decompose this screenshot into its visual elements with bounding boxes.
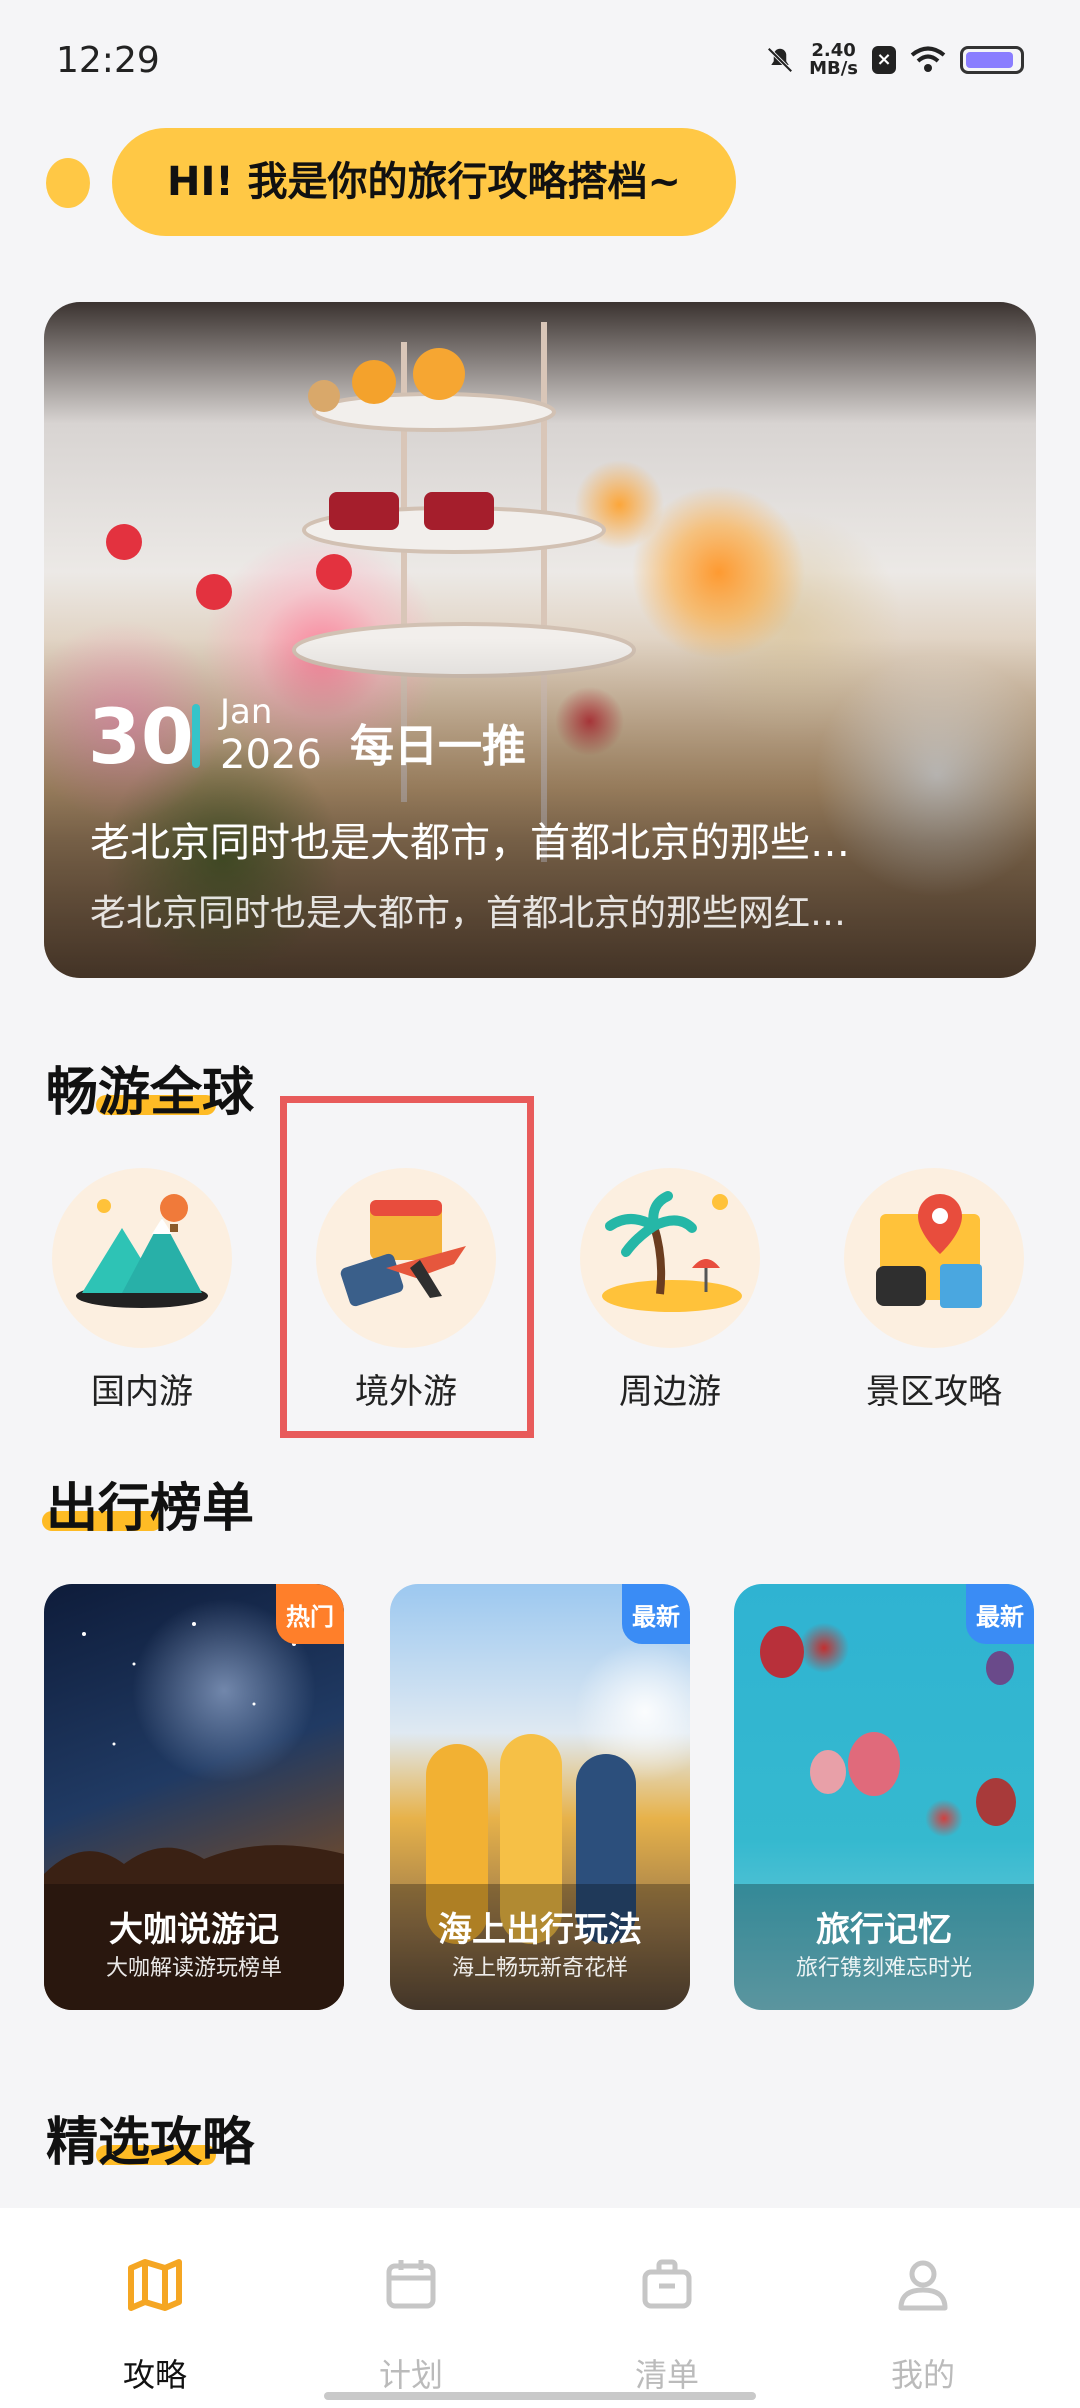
wifi-icon: [910, 46, 946, 72]
nav-tab-plan-label: 计划: [378, 2356, 443, 2394]
app-notification-icon: ×: [872, 46, 896, 74]
home-indicator[interactable]: [324, 2392, 756, 2400]
selection-highlight-box: [280, 1096, 534, 1438]
category-domestic[interactable]: 国内游: [42, 1168, 242, 1412]
hero-date-divider: [192, 704, 200, 768]
hero-subtitle: 老北京同时也是大都市，首都北京的那些网红…: [90, 893, 847, 934]
ranking-card-title: 海上出行玩法: [438, 1910, 642, 1950]
category-scenic-guide-label: 景区攻略: [866, 1372, 1002, 1412]
category-nearby-label: 周边游: [619, 1372, 721, 1412]
ranking-card-subtitle: 大咖解读游玩榜单: [105, 1956, 282, 1981]
bottom-navigation: 攻略 计划 清单 我的: [0, 2208, 1080, 2408]
daily-recommendation-card[interactable]: 30 Jan 2026 每日一推 老北京同时也是大都市，首都北京的那些… 老北京…: [44, 302, 1036, 978]
nav-tab-profile[interactable]: 我的: [788, 2208, 1058, 2408]
ranking-card-sea-travel[interactable]: 最新 海上出行玩法 海上畅玩新奇花样: [390, 1584, 690, 2010]
mountain-balloon-icon: [76, 1194, 208, 1308]
nav-tab-checklist-label: 清单: [634, 2356, 699, 2394]
net-speed: 2.40 MB/s: [809, 42, 858, 78]
hero-month: Jan: [220, 692, 273, 732]
hero-title: 老北京同时也是大都市，首都北京的那些…: [90, 820, 850, 866]
battery-icon: [960, 46, 1024, 74]
hero-tag: 每日一推: [350, 721, 526, 772]
section-title-global-text: 畅游全球: [46, 1063, 255, 1123]
hero-year: 2026: [220, 732, 322, 778]
new-badge: 最新: [622, 1584, 690, 1644]
ranking-card-title: 大咖说游记: [109, 1910, 279, 1950]
ranking-card-expert-travelogue[interactable]: 热门 大咖说游记 大咖解读游玩榜单: [44, 1584, 344, 2010]
category-nearby[interactable]: 周边游: [570, 1168, 770, 1412]
new-badge: 最新: [966, 1584, 1034, 1644]
status-icons: 2.40 MB/s ×: [765, 42, 1024, 78]
section-title-ranking: 出行榜单: [42, 1466, 255, 1541]
hot-badge: 热门: [276, 1584, 344, 1644]
nav-tab-guide-label: 攻略: [122, 2356, 187, 2394]
nav-tab-checklist[interactable]: 清单: [532, 2208, 802, 2408]
ranking-card-travel-memory[interactable]: 最新 旅行记忆 旅行镌刻难忘时光: [734, 1584, 1034, 2010]
hero-day: 30: [88, 692, 194, 781]
nav-tab-guide[interactable]: 攻略: [20, 2208, 290, 2408]
status-bar: 12:29 2.40 MB/s ×: [0, 0, 1080, 120]
section-title-featured-text: 精选攻略: [46, 2113, 255, 2173]
nav-tab-plan[interactable]: 计划: [276, 2208, 546, 2408]
section-title-ranking-text: 出行榜单: [46, 1479, 255, 1539]
mute-bell-icon: [767, 47, 793, 73]
briefcase-icon: [642, 2259, 692, 2309]
nav-tab-profile-label: 我的: [890, 2356, 955, 2394]
net-speed-unit: MB/s: [809, 58, 858, 79]
user-icon: [898, 2260, 948, 2311]
mascot-dot: [46, 158, 90, 208]
category-domestic-label: 国内游: [91, 1372, 193, 1412]
map-pin-wallet-icon: [876, 1194, 982, 1308]
status-time: 12:29: [56, 40, 160, 81]
battery-fill: [966, 52, 1013, 68]
calendar-icon: [386, 2260, 436, 2309]
map-icon: [128, 2259, 182, 2311]
ranking-card-title: 旅行记忆: [816, 1910, 952, 1950]
section-title-featured: 精选攻略: [46, 2100, 254, 2175]
ranking-card-subtitle: 旅行镌刻难忘时光: [795, 1956, 972, 1981]
ranking-card-subtitle: 海上畅玩新奇花样: [451, 1956, 628, 1981]
island-palm-icon: [602, 1191, 742, 1312]
category-scenic-guide[interactable]: 景区攻略: [834, 1168, 1034, 1412]
greeting-bubble: HI! 我是你的旅行攻略搭档~: [112, 128, 736, 236]
section-title-global: 畅游全球: [46, 1050, 254, 1125]
